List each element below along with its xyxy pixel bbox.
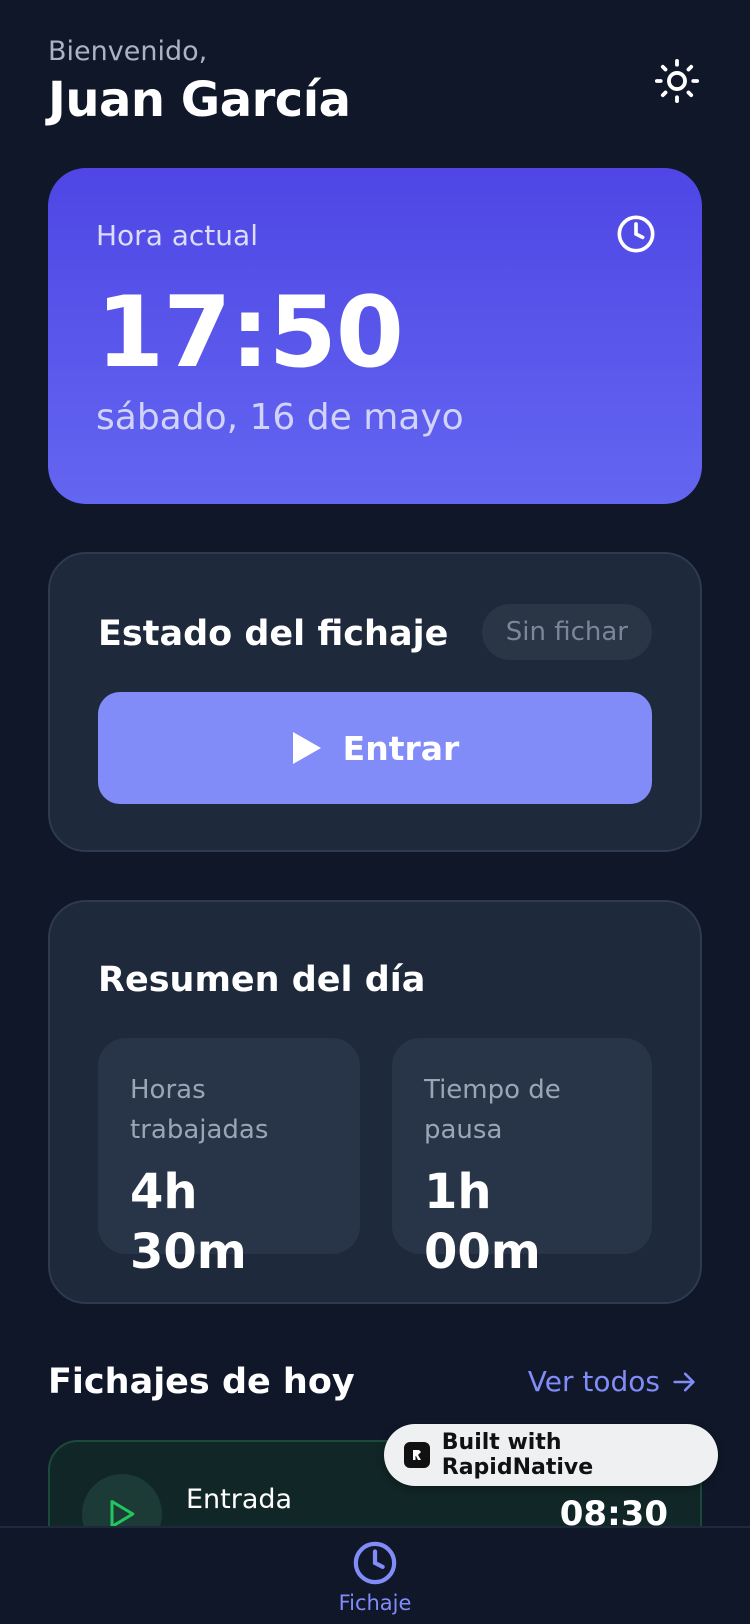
current-date: sábado, 16 de mayo xyxy=(96,397,464,438)
see-all-label: Ver todos xyxy=(527,1365,660,1398)
built-with-label: Built with RapidNative xyxy=(441,1430,594,1480)
arrow-right-icon xyxy=(673,1372,695,1392)
stat-value: 1h 00m xyxy=(424,1164,541,1280)
stat-label: Tiempo de pausa xyxy=(424,1075,561,1145)
stat-label: Horas trabajadas xyxy=(130,1075,269,1145)
enter-button-label: Entrar xyxy=(342,728,460,768)
worked-hours-stat: Horas trabajadas 4h 30m xyxy=(98,1038,360,1280)
current-time-card: Hora actual 17:50 sábado, 16 de mayo xyxy=(48,168,702,504)
see-all-link[interactable]: Ver todos xyxy=(528,1362,698,1402)
bottom-navigation: Fichaje xyxy=(0,1526,750,1624)
summary-title: Resumen del día xyxy=(98,960,426,1000)
built-with-badge[interactable]: Built with RapidNative xyxy=(384,1424,718,1486)
app-screen: Bienvenido, Juan García Hora actual 17:5… xyxy=(0,0,750,1624)
play-icon xyxy=(292,732,321,764)
status-title: Estado del fichaje xyxy=(98,614,449,654)
nav-item-fichaje[interactable]: Fichaje xyxy=(325,1540,425,1624)
day-summary-card: Resumen del día Horas trabajadas 4h 30m … xyxy=(48,900,702,1304)
theme-toggle-button[interactable] xyxy=(652,56,702,106)
time-label: Hora actual xyxy=(96,219,258,252)
status-badge: Sin fichar xyxy=(481,604,652,660)
nav-item-label: Fichaje xyxy=(338,1591,412,1615)
rapidnative-logo-icon xyxy=(404,1442,430,1468)
stat-value: 4h 30m xyxy=(130,1164,247,1280)
sun-icon xyxy=(654,58,700,104)
break-time-stat: Tiempo de pausa 1h 00m xyxy=(392,1038,652,1280)
entry-type: Entrada xyxy=(186,1484,293,1515)
today-section-title: Fichajes de hoy xyxy=(48,1362,355,1402)
play-icon xyxy=(110,1500,135,1528)
clock-icon xyxy=(617,215,655,253)
current-time: 17:50 xyxy=(96,276,404,390)
enter-button[interactable]: Entrar xyxy=(98,692,652,804)
greeting-text: Bienvenido, xyxy=(48,36,208,67)
header: Bienvenido, Juan García xyxy=(48,34,702,134)
clock-icon xyxy=(353,1541,397,1585)
clock-status-card: Estado del fichaje Sin fichar Entrar xyxy=(48,552,702,852)
user-name: Juan García xyxy=(48,72,351,128)
